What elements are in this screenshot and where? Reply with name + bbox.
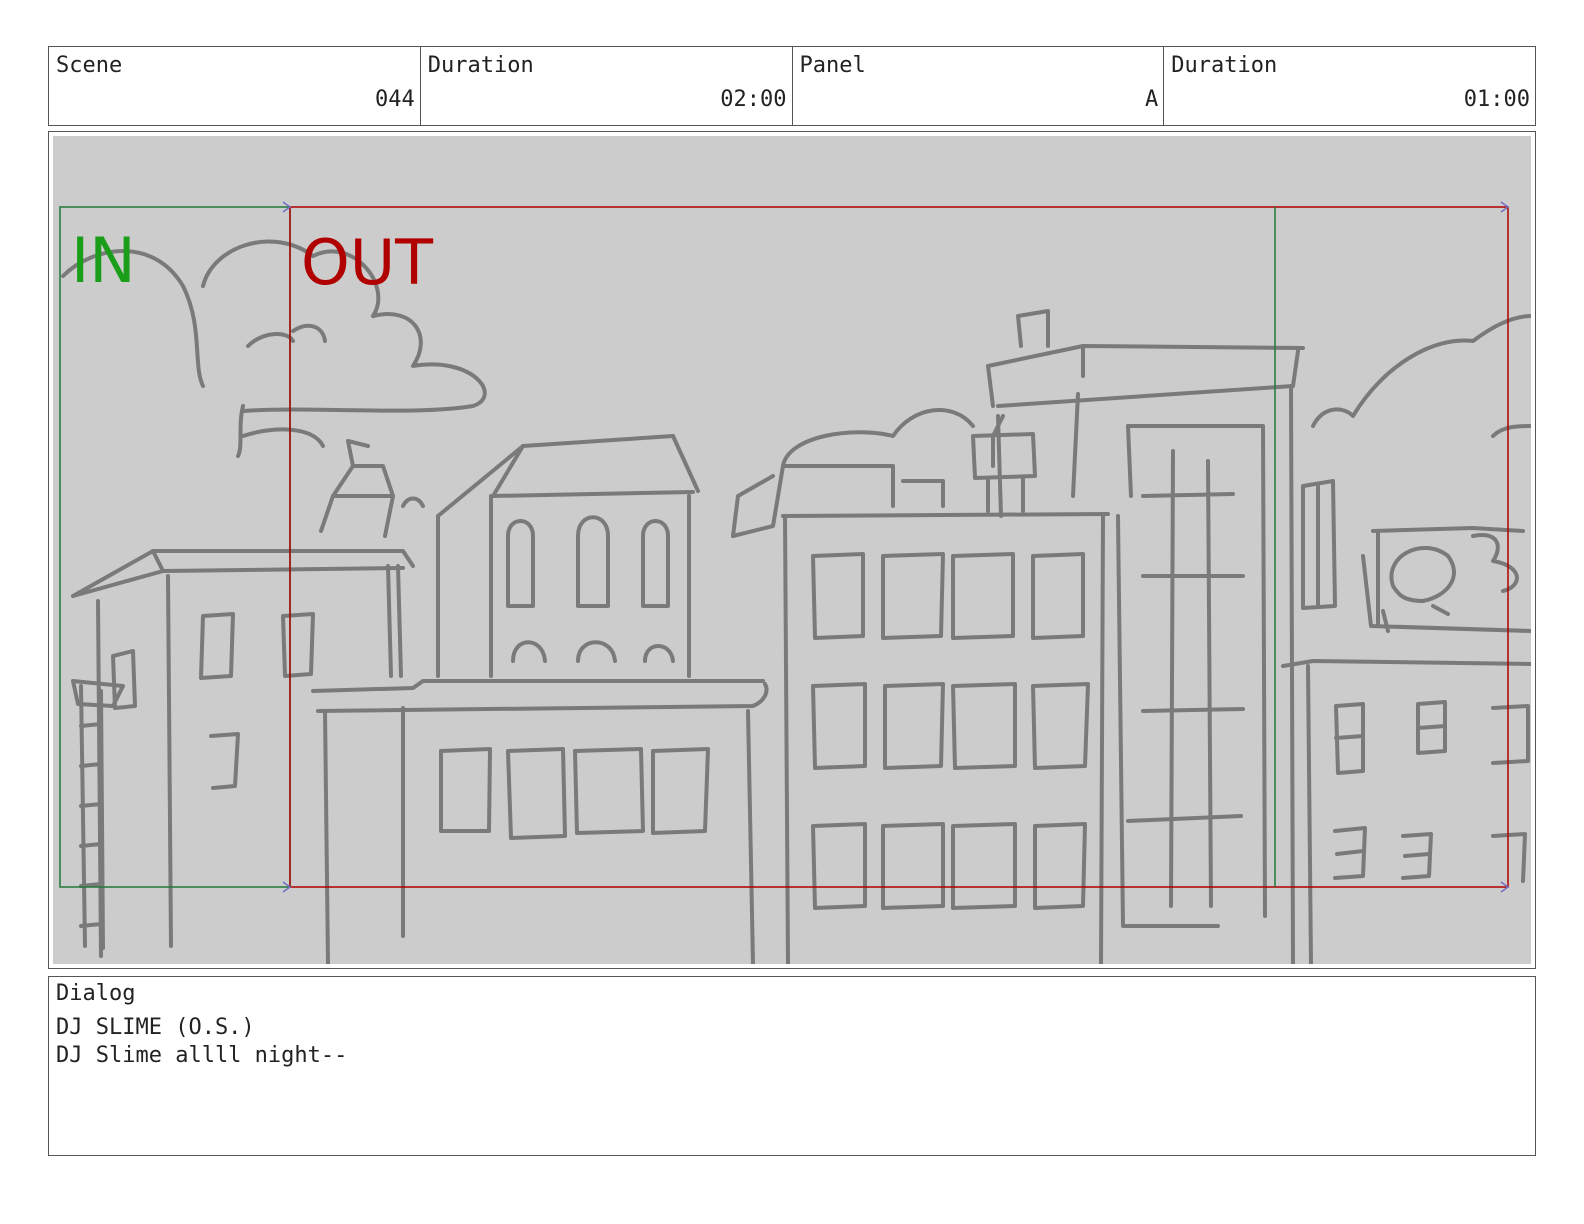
panel-value: A [1145, 87, 1159, 112]
panel-duration-label: Duration [1171, 53, 1278, 78]
scene-value: 044 [375, 87, 415, 112]
scene-duration-value: 02:00 [720, 87, 787, 112]
scene-duration-cell: Duration 02:00 [421, 47, 793, 125]
dialog-box: Dialog DJ SLIME (O.S.) DJ Slime allll ni… [48, 976, 1536, 1156]
scene-cell: Scene 044 [49, 47, 421, 125]
storyboard-sketch: IN OUT [53, 136, 1531, 964]
panel-header: Scene 044 Duration 02:00 Panel A Duratio… [48, 46, 1536, 126]
out-label: OUT [301, 226, 434, 299]
panel-duration-value: 01:00 [1463, 87, 1530, 112]
panel-label: Panel [799, 53, 866, 78]
panel-frame: IN OUT [48, 131, 1536, 969]
dialog-line: DJ Slime allll night-- [56, 1043, 348, 1068]
out-frame [289, 206, 1509, 888]
scene-label: Scene [56, 53, 123, 78]
dialog-speaker: DJ SLIME (O.S.) [56, 1015, 255, 1040]
scene-duration-label: Duration [427, 53, 534, 78]
city-sketch [61, 239, 1531, 964]
panel-duration-cell: Duration 01:00 [1164, 47, 1535, 125]
sketch-canvas: IN OUT [59, 201, 1531, 964]
in-label: IN [71, 224, 136, 297]
dialog-label: Dialog [56, 981, 136, 1006]
panel-cell: Panel A [793, 47, 1165, 125]
in-frame [59, 206, 291, 888]
